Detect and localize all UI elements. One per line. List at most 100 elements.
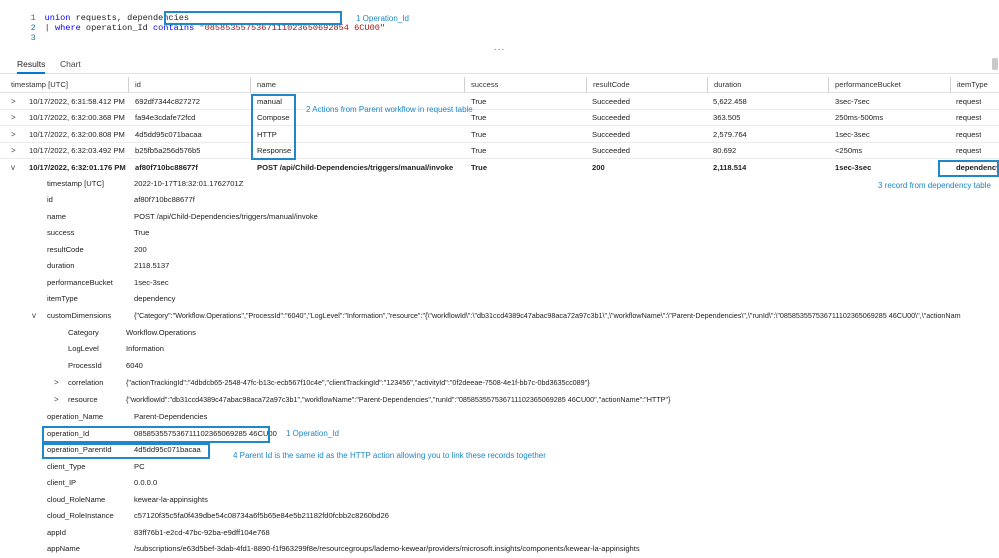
detail-value-name: POST /api/Child-Dependencies/triggers/ma…: [134, 212, 318, 221]
cell-success: True: [471, 163, 488, 172]
annotation-parent-actions: 2 Actions from Parent workflow in reques…: [306, 105, 473, 114]
column-header-itemtype[interactable]: itemType: [950, 77, 988, 93]
detail-value-resource: {"workflowId":"db31ccd4389c47abac98aca72…: [126, 395, 671, 404]
detail-name-itemtype: itemType: [47, 294, 78, 303]
chevron-right-icon[interactable]: >: [54, 375, 59, 391]
chevron-down-icon[interactable]: v: [11, 160, 15, 176]
column-header-id[interactable]: id: [128, 77, 141, 93]
line-number: 3: [30, 33, 36, 43]
cell-duration: 80.692: [713, 146, 737, 155]
column-header-timestamp[interactable]: timestamp [UTC]: [11, 77, 68, 93]
detail-value-operation-name: Parent-Dependencies: [134, 412, 208, 421]
cell-performancebucket: 3sec-7sec: [835, 97, 870, 106]
cell-performancebucket: 1sec-3sec: [835, 163, 872, 172]
detail-name-resource[interactable]: resource: [68, 392, 98, 408]
query-editor[interactable]: 1 union requests, dependencies 2 | where o…: [0, 0, 999, 44]
detail-name-timestamp: timestamp [UTC]: [47, 179, 104, 188]
detail-value-resultcode: 200: [134, 245, 147, 254]
cell-performancebucket: <250ms: [835, 146, 863, 155]
tab-results[interactable]: Results: [17, 58, 46, 74]
detail-name-category: Category: [68, 328, 99, 337]
cell-name: POST /api/Child-Dependencies/triggers/ma…: [257, 163, 454, 172]
query-keyword: where: [54, 23, 81, 33]
cell-id: af80f710bc88677f: [135, 163, 198, 172]
column-header-success[interactable]: success: [464, 77, 498, 93]
detail-value-correlation: {"actionTrackingId":"4dbdcb65-2548-47fc-…: [126, 378, 590, 387]
detail-value-success: True: [134, 228, 150, 237]
chevron-right-icon[interactable]: >: [11, 127, 16, 143]
detail-value-timestamp: 2022-10-17T18:32:01.1762701Z: [134, 179, 244, 188]
chevron-right-icon[interactable]: >: [54, 392, 59, 408]
query-text: operation_Id: [80, 23, 153, 33]
annotation-operation-id: 1 Operation_Id: [356, 14, 409, 23]
cell-success: True: [471, 146, 487, 155]
table-row[interactable]: > 10/17/2022, 6:32:00.808 PM 4d5dd95c071…: [0, 127, 999, 143]
cell-timestamp: 10/17/2022, 6:31:58.412 PM: [29, 97, 125, 106]
query-line-1[interactable]: 1 union requests, dependencies: [0, 3, 189, 23]
table-row[interactable]: > 10/17/2022, 6:32:00.368 PM fa94e3cdafe…: [0, 110, 999, 126]
chevron-right-icon[interactable]: >: [11, 143, 16, 159]
chevron-right-icon[interactable]: >: [11, 94, 16, 110]
cell-itemtype: request: [956, 97, 982, 106]
results-tab-bar: Results Chart: [0, 56, 999, 74]
detail-value-id: af80f710bc88677f: [134, 195, 195, 204]
cell-duration: 2,118.514: [713, 163, 747, 172]
chevron-down-icon[interactable]: v: [32, 308, 36, 324]
cell-duration: 2,579.764: [713, 130, 747, 139]
table-header: timestamp [UTC] id name success resultCo…: [0, 77, 999, 93]
cell-resultcode: 200: [592, 163, 605, 172]
cell-resultcode: Succeeded: [592, 97, 630, 106]
chevron-right-icon[interactable]: >: [11, 110, 16, 126]
detail-name-cloud-roleinstance: cloud_RoleInstance: [47, 511, 114, 520]
table-row[interactable]: > 10/17/2022, 6:32:03.492 PM b25fb5a256d…: [0, 143, 999, 159]
detail-name-customdimensions[interactable]: customDimensions: [47, 308, 111, 324]
query-pipe: |: [44, 23, 55, 33]
detail-value-cloud-rolename: kewear-la-appinsights: [134, 495, 208, 504]
pane-splitter[interactable]: ...: [0, 43, 999, 53]
scrollbar-thumb[interactable]: [992, 58, 998, 70]
detail-value-loglevel: Information: [126, 344, 164, 353]
detail-name-success: success: [47, 228, 75, 237]
detail-name-client-type: client_Type: [47, 462, 86, 471]
cell-id: 4d5dd95c071bacaa: [135, 130, 202, 139]
cell-timestamp: 10/17/2022, 6:32:03.492 PM: [29, 146, 125, 155]
cell-id: 692df7344c827272: [135, 97, 201, 106]
detail-value-category: Workflow.Operations: [126, 328, 196, 337]
column-header-resultcode[interactable]: resultCode: [586, 77, 630, 93]
detail-value-customdimensions: {"Category":"Workflow.Operations","Proce…: [134, 311, 961, 320]
detail-name-correlation[interactable]: correlation: [68, 375, 103, 391]
detail-name-appid: appId: [47, 528, 67, 537]
detail-value-appid: 83ff76b1-e2cd-47bc-92ba-e9dff104e768: [134, 528, 270, 537]
annotation-parent-id: 4 Parent Id is the same id as the HTTP a…: [233, 451, 546, 460]
cell-success: True: [471, 130, 487, 139]
cell-duration: 363.505: [713, 113, 741, 122]
column-header-performancebucket[interactable]: performanceBucket: [828, 77, 901, 93]
detail-value-duration: 2118.5137: [134, 261, 170, 270]
highlight-request-names: [251, 94, 296, 160]
detail-name-processid: ProcessId: [68, 361, 102, 370]
query-line-3[interactable]: 3: [0, 23, 45, 43]
highlight-operation-id: [42, 426, 270, 443]
table-row-expanded[interactable]: v 10/17/2022, 6:32:01.176 PM af80f710bc8…: [0, 160, 999, 176]
detail-value-performancebucket: 1sec-3sec: [134, 278, 169, 287]
detail-name-id: id: [47, 195, 53, 204]
cell-itemtype: request: [956, 113, 982, 122]
detail-name-performancebucket: performanceBucket: [47, 278, 113, 287]
detail-name-appname: appName: [47, 544, 80, 553]
cell-id: fa94e3cdafe72fcd: [135, 113, 196, 122]
detail-name-client-ip: client_IP: [47, 478, 77, 487]
table-row[interactable]: > 10/17/2022, 6:31:58.412 PM 692df7344c8…: [0, 94, 999, 110]
cell-performancebucket: 1sec-3sec: [835, 130, 870, 139]
detail-name-operation-name: operation_Name: [47, 412, 104, 421]
annotation-operation-id-detail: 1 Operation_Id: [286, 429, 339, 438]
scrollbar[interactable]: [991, 57, 999, 71]
detail-name-name: name: [47, 212, 66, 221]
detail-value-cloud-roleinstance: c57120f35c5fa0f439dbe54c08734a6f5b65e84e…: [134, 511, 389, 520]
cell-timestamp: 10/17/2022, 6:32:00.808 PM: [29, 130, 125, 139]
detail-value-client-type: PC: [134, 462, 145, 471]
column-header-name[interactable]: name: [250, 77, 276, 93]
cell-resultcode: Succeeded: [592, 113, 630, 122]
annotation-dependency-record: 3 record from dependency table: [878, 181, 991, 190]
column-header-duration[interactable]: duration: [707, 77, 741, 93]
tab-chart[interactable]: Chart: [60, 58, 81, 74]
